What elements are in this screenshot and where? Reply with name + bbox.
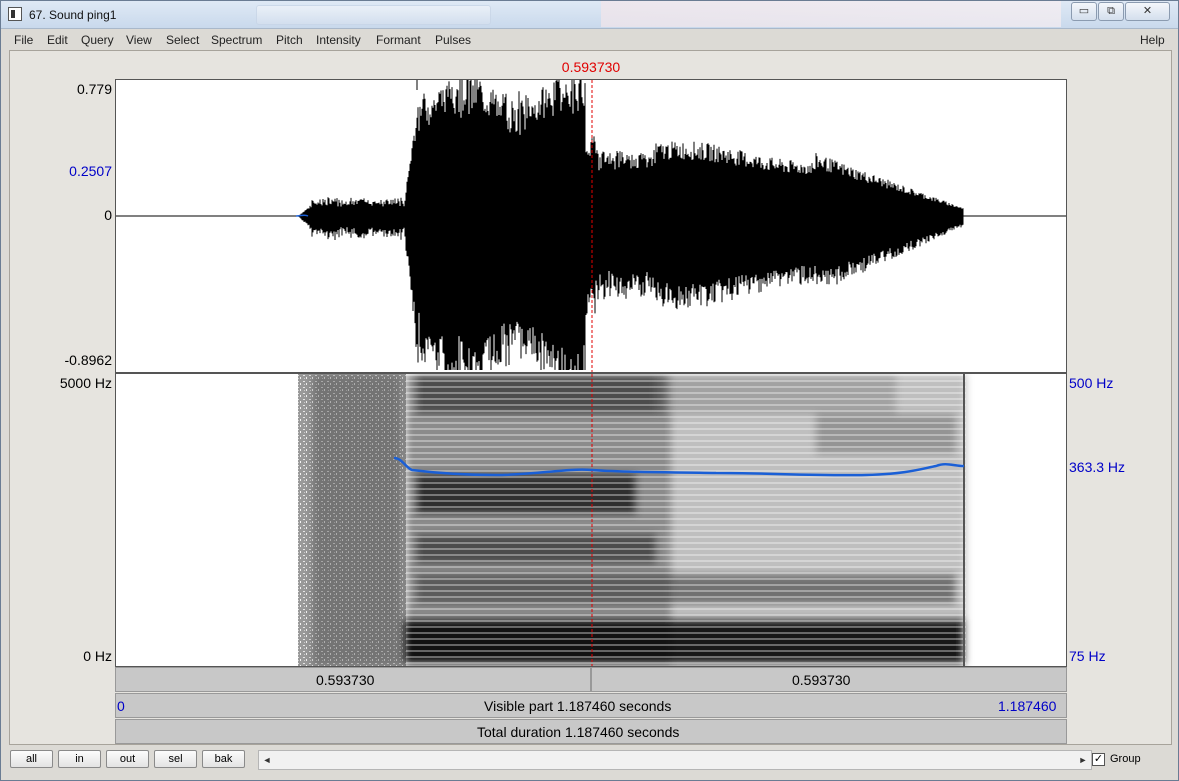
waveform-panel[interactable] bbox=[115, 62, 1067, 373]
menu-select[interactable]: Select bbox=[166, 33, 199, 47]
spectrogram-freq-top-label: 5000 Hz bbox=[59, 375, 112, 391]
waveform-plot bbox=[116, 62, 1066, 372]
waveform-cursor-amplitude-label: 0.2507 bbox=[69, 163, 112, 179]
title-bar: 67. Sound ping1 ▭ ⧉ ✕ bbox=[1, 1, 1178, 29]
time-segment-right-label: 0.593730 bbox=[792, 672, 851, 688]
menu-file[interactable]: File bbox=[14, 33, 33, 47]
scroll-right-arrow-icon[interactable]: ► bbox=[1075, 751, 1091, 769]
bottom-toolbar: all in out sel bak ◄ ► bbox=[9, 746, 1172, 774]
menu-help[interactable]: Help bbox=[1140, 33, 1165, 47]
visible-end-label: 1.187460 bbox=[998, 698, 1057, 714]
menu-intensity[interactable]: Intensity bbox=[316, 33, 361, 47]
waveform-zero-label: 0 bbox=[104, 207, 112, 223]
waveform-trace bbox=[295, 62, 964, 370]
menu-formant[interactable]: Formant bbox=[376, 33, 421, 47]
background-window-ghost bbox=[601, 1, 1061, 27]
cursor-time-label: 0.593730 bbox=[561, 59, 621, 75]
zoom-in-button[interactable]: in bbox=[58, 750, 101, 768]
visible-part-label: Visible part 1.187460 seconds bbox=[484, 698, 672, 714]
scroll-left-arrow-icon[interactable]: ◄ bbox=[259, 751, 275, 769]
zoom-selection-button[interactable]: sel bbox=[154, 750, 197, 768]
group-label: Group bbox=[1110, 753, 1141, 765]
fricative-dark-band bbox=[312, 374, 402, 666]
menu-query[interactable]: Query bbox=[81, 33, 114, 47]
harmonic-striations bbox=[406, 374, 966, 666]
pitch-top-label: 500 Hz bbox=[1069, 375, 1114, 391]
time-segment-left[interactable]: 0.593730 bbox=[115, 667, 591, 692]
praat-sound-editor-window: 67. Sound ping1 ▭ ⧉ ✕ File Edit Query Vi… bbox=[0, 0, 1179, 781]
pitch-bottom-label: 75 Hz bbox=[1069, 648, 1106, 664]
waveform-ymin-label: -0.8962 bbox=[64, 352, 112, 368]
zoom-all-button[interactable]: all bbox=[10, 750, 53, 768]
app-icon bbox=[8, 7, 22, 21]
background-window-ghost bbox=[256, 5, 491, 25]
time-segment-right[interactable]: 0.593730 bbox=[591, 667, 1067, 692]
visible-part-bar[interactable]: 0 Visible part 1.187460 seconds 1.187460 bbox=[115, 693, 1067, 718]
horizontal-scrollbar[interactable]: ◄ ► bbox=[258, 750, 1092, 770]
waveform-samples bbox=[298, 62, 964, 370]
menu-view[interactable]: View bbox=[126, 33, 152, 47]
zoom-out-button[interactable]: out bbox=[106, 750, 149, 768]
time-segment-left-label: 0.593730 bbox=[316, 672, 375, 688]
restore-button[interactable]: ⧉ bbox=[1098, 2, 1124, 21]
minimize-button[interactable]: ▭ bbox=[1071, 2, 1097, 21]
spectrogram-panel[interactable] bbox=[115, 373, 1067, 667]
pitch-cursor-label: 363.3 Hz bbox=[1069, 459, 1126, 475]
menu-pitch[interactable]: Pitch bbox=[276, 33, 303, 47]
group-checkbox[interactable]: ✓ bbox=[1092, 753, 1105, 766]
waveform-ymax-label: 0.779 bbox=[76, 81, 112, 97]
window-title: 67. Sound ping1 bbox=[29, 8, 117, 22]
total-duration-label: Total duration 1.187460 seconds bbox=[477, 724, 680, 740]
total-duration-bar[interactable]: Total duration 1.187460 seconds bbox=[115, 719, 1067, 744]
waveform-onset-marker bbox=[295, 214, 309, 217]
menu-bar: File Edit Query View Select Spectrum Pit… bbox=[9, 30, 1172, 50]
menu-edit[interactable]: Edit bbox=[47, 33, 68, 47]
zoom-back-button[interactable]: bak bbox=[202, 750, 245, 768]
spectrogram-plot bbox=[298, 374, 966, 666]
visible-start-label: 0 bbox=[117, 698, 125, 714]
close-button[interactable]: ✕ bbox=[1125, 2, 1170, 21]
menu-pulses[interactable]: Pulses bbox=[435, 33, 471, 47]
spectrogram-freq-bottom-label: 0 Hz bbox=[83, 648, 112, 664]
menu-spectrum[interactable]: Spectrum bbox=[211, 33, 262, 47]
